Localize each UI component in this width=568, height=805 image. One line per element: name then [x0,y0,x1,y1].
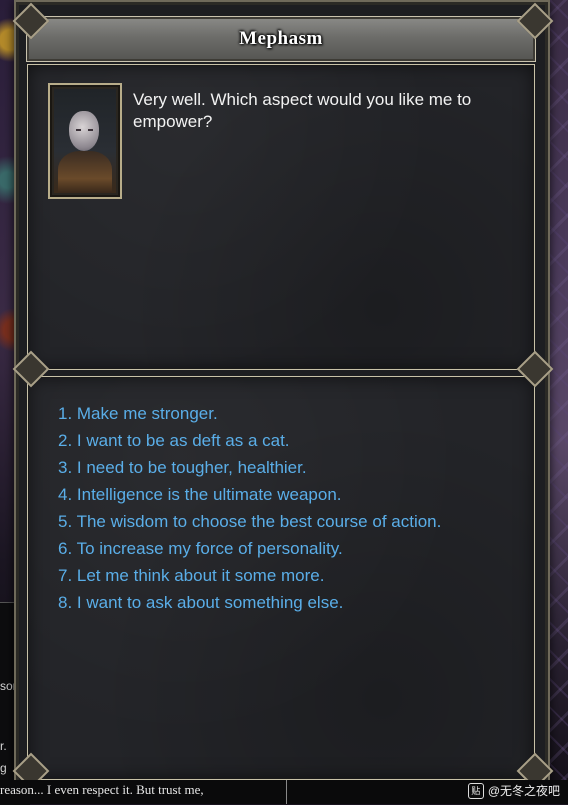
reply-options-list: 1. Make me stronger. 2. I want to be as … [58,400,528,616]
reply-option-2[interactable]: 2. I want to be as deft as a cat. [58,427,528,454]
chat-fragment: r. [0,739,7,753]
portrait-eye [76,129,81,131]
portrait-robe [58,151,112,193]
reply-option-1[interactable]: 1. Make me stronger. [58,400,528,427]
chat-fragment: g [0,761,7,775]
portrait-head [69,111,99,151]
portrait-eye [88,129,93,131]
dialog-titlebar[interactable]: Mephasm [26,16,536,62]
reply-option-7[interactable]: 7. Let me think about it some more. [58,562,528,589]
npc-dialogue-text: Very well. Which aspect would you like m… [133,90,472,131]
npc-portrait [48,83,122,199]
reply-option-5[interactable]: 5. The wisdom to choose the best course … [58,508,528,535]
watermark: 贴 @无冬之夜吧 [467,782,560,799]
speaker-name: Mephasm [239,28,323,49]
tieba-icon: 贴 [467,782,484,799]
portrait-image [54,89,116,193]
divider [286,780,287,804]
watermark-text: @无冬之夜吧 [487,784,560,798]
reply-option-6[interactable]: 6. To increase my force of personality. [58,535,528,562]
reply-option-8[interactable]: 8. I want to ask about something else. [58,589,528,616]
reply-option-3[interactable]: 3. I need to be tougher, healthier. [58,454,528,481]
reply-option-4[interactable]: 4. Intelligence is the ultimate weapon. [58,481,528,508]
chat-last-line: reason... I even respect it. But trust m… [0,782,204,797]
